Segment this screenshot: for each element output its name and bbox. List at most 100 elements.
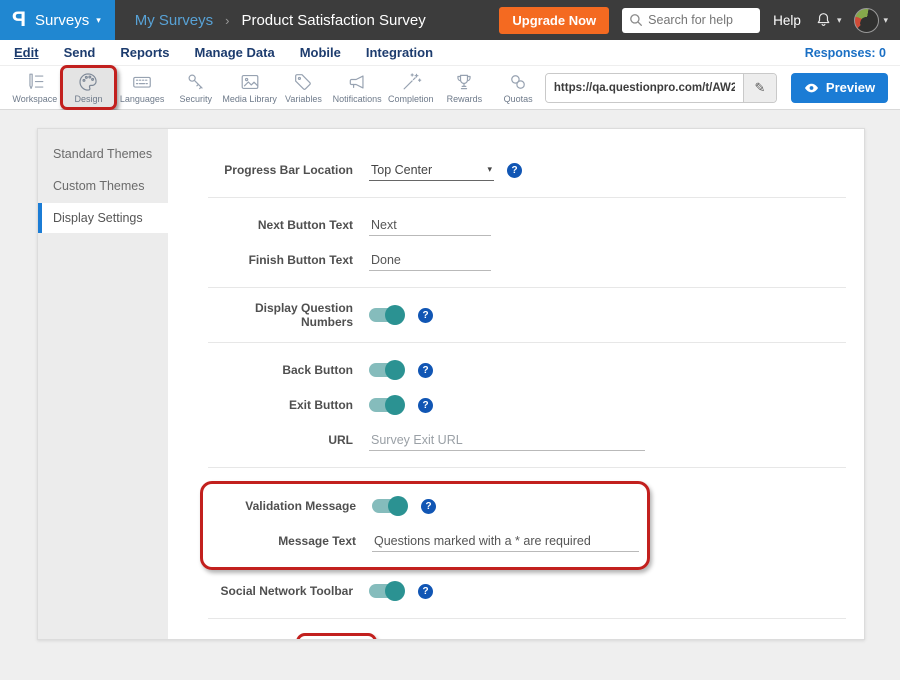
notifications-menu[interactable]: ▾ [814, 10, 842, 30]
exit-url-input[interactable] [369, 430, 645, 451]
progress-bar-location-select[interactable]: Top Center ▾ [369, 160, 494, 181]
chain-links-icon [507, 71, 529, 93]
back-button-row: Back Button ? [208, 356, 846, 384]
divider [208, 618, 846, 619]
exit-button-toggle[interactable] [369, 398, 403, 412]
help-icon[interactable]: ? [418, 398, 433, 413]
display-question-numbers-label: Display Question Numbers [208, 301, 353, 329]
tab-integration[interactable]: Integration [366, 45, 433, 60]
content-area: Standard Themes Custom Themes Display Se… [0, 110, 900, 680]
display-question-numbers-toggle[interactable] [369, 308, 403, 322]
social-network-toolbar-toggle[interactable] [369, 584, 403, 598]
social-network-toolbar-row: Social Network Toolbar ? [208, 577, 846, 605]
help-search-input[interactable] [648, 13, 753, 27]
responses-count[interactable]: Responses: 0 [805, 46, 886, 60]
chevron-down-icon: ▾ [837, 15, 842, 26]
megaphone-icon [346, 71, 368, 93]
questionpro-logo: P [12, 8, 26, 32]
toolbar-item-variables[interactable]: Variables [277, 68, 331, 107]
bell-icon [814, 10, 833, 30]
toolbar-item-label: Workspace [12, 94, 57, 104]
help-icon[interactable]: ? [421, 499, 436, 514]
toolbar-item-label: Security [180, 94, 213, 104]
preview-button[interactable]: Preview [791, 73, 888, 103]
keyboard-icon [131, 71, 153, 93]
validation-message-toggle[interactable] [372, 499, 406, 513]
design-settings-card: Standard Themes Custom Themes Display Se… [37, 128, 865, 640]
social-network-toolbar-label: Social Network Toolbar [208, 584, 353, 598]
toolbar-item-label: Quotas [504, 94, 533, 104]
toolbar-item-label: Media Library [222, 94, 277, 104]
annotation-box-validation: Validation Message ? Message Text [200, 481, 650, 570]
pencil-icon: ✎ [754, 80, 765, 96]
exit-button-row: Exit Button ? [208, 391, 846, 419]
breadcrumb-my-surveys[interactable]: My Surveys [135, 12, 213, 29]
chevron-down-icon: ▾ [487, 165, 492, 174]
back-button-toggle[interactable] [369, 363, 403, 377]
search-icon [629, 13, 643, 27]
sidebar-item-display-settings[interactable]: Display Settings [38, 203, 168, 233]
magic-wand-icon [400, 71, 422, 93]
sidebar-item-standard-themes[interactable]: Standard Themes [38, 139, 168, 169]
chevron-down-icon: ▾ [96, 16, 101, 25]
toolbar-item-languages[interactable]: Languages [115, 68, 169, 107]
preview-button-label: Preview [826, 80, 875, 95]
message-text-input[interactable] [372, 531, 639, 552]
divider [208, 197, 846, 198]
exit-url-row: URL [208, 426, 846, 454]
next-button-text-label: Next Button Text [208, 218, 353, 232]
help-icon[interactable]: ? [507, 163, 522, 178]
toolbar-item-notifications[interactable]: Notifications [330, 68, 384, 107]
message-text-row: Message Text [211, 527, 639, 555]
design-palette-icon [77, 71, 99, 93]
toolbar-item-label: Languages [120, 94, 165, 104]
upgrade-now-button[interactable]: Upgrade Now [499, 7, 609, 34]
toolbar-item-workspace[interactable]: Workspace [8, 68, 62, 107]
header-right: Upgrade Now Help ▾ ▾ [499, 0, 900, 40]
toolbar-item-quotas[interactable]: Quotas [491, 68, 545, 107]
display-question-numbers-row: Display Question Numbers ? [208, 301, 846, 329]
toolbar-item-rewards[interactable]: Rewards [438, 68, 492, 107]
back-button-label: Back Button [208, 363, 353, 377]
tag-icon [292, 71, 314, 93]
account-menu[interactable]: ▾ [854, 8, 888, 33]
logo-area: P Surveys ▾ [0, 0, 115, 40]
edit-toolbar: Workspace Design Languages Security [0, 66, 900, 110]
survey-url-input[interactable] [546, 74, 743, 102]
toolbar-item-label: Notifications [333, 94, 382, 104]
next-button-text-input[interactable] [369, 215, 491, 236]
image-icon [239, 71, 261, 93]
help-icon[interactable]: ? [418, 308, 433, 323]
toolbar-item-security[interactable]: Security [169, 68, 223, 107]
help-link[interactable]: Help [773, 13, 801, 28]
finish-button-text-input[interactable] [369, 250, 491, 271]
help-icon[interactable]: ? [418, 363, 433, 378]
tab-edit[interactable]: Edit [14, 45, 39, 60]
toolbar-item-completion[interactable]: Completion [384, 68, 438, 107]
tab-reports[interactable]: Reports [120, 45, 169, 60]
questionpro-display-settings-page: P Surveys ▾ My Surveys › Product Satisfa… [0, 0, 900, 680]
breadcrumb: My Surveys › Product Satisfaction Survey [135, 0, 426, 40]
help-icon[interactable]: ? [418, 584, 433, 599]
next-button-text-row: Next Button Text [208, 211, 846, 239]
save-row: Save [208, 633, 846, 639]
finish-button-text-row: Finish Button Text [208, 246, 846, 274]
workspace-icon [24, 71, 46, 93]
toolbar-item-design[interactable]: Design [62, 68, 116, 107]
progress-bar-location-value: Top Center [371, 163, 432, 177]
annotation-box-save: Save [296, 633, 377, 639]
help-search-box[interactable] [622, 8, 760, 33]
toolbar-item-media-library[interactable]: Media Library [223, 68, 277, 107]
display-settings-panel: Progress Bar Location Top Center ▾ ? Nex… [168, 129, 864, 639]
progress-bar-location-row: Progress Bar Location Top Center ▾ ? [208, 156, 846, 184]
surveys-product-menu[interactable]: Surveys ▾ [35, 12, 101, 29]
progress-bar-location-label: Progress Bar Location [208, 163, 353, 177]
chevron-down-icon: ▾ [883, 15, 888, 26]
tab-manage-data[interactable]: Manage Data [194, 45, 274, 60]
message-text-label: Message Text [211, 534, 356, 548]
avatar [854, 8, 879, 33]
sidebar-item-custom-themes[interactable]: Custom Themes [38, 171, 168, 201]
edit-url-button[interactable]: ✎ [743, 74, 776, 102]
tab-send[interactable]: Send [64, 45, 96, 60]
tab-mobile[interactable]: Mobile [300, 45, 341, 60]
